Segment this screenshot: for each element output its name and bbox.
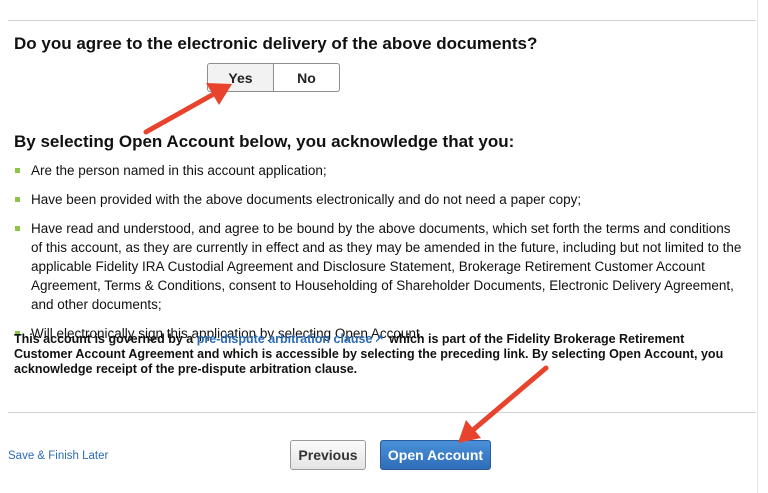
list-item-text: Have read and understood, and agree to b… [31, 221, 742, 312]
no-button[interactable]: No [274, 64, 339, 91]
top-divider [8, 20, 756, 21]
arbitration-clause-link[interactable]: pre-dispute arbitration clause [197, 332, 373, 346]
save-finish-later-link[interactable]: Save & Finish Later [8, 450, 108, 462]
list-item-text: Have been provided with the above docume… [31, 192, 582, 207]
right-border [757, 0, 758, 493]
arbitration-notice: This account is governed by a pre-disput… [14, 332, 744, 377]
electronic-delivery-question: Do you agree to the electronic delivery … [14, 34, 538, 53]
list-item: Are the person named in this account app… [14, 161, 744, 180]
bullet-icon [15, 226, 20, 231]
list-item: Have read and understood, and agree to b… [14, 219, 744, 314]
open-account-button[interactable]: Open Account [380, 440, 491, 470]
list-item-text: Are the person named in this account app… [31, 163, 327, 178]
yes-button[interactable]: Yes [208, 64, 274, 91]
bottom-divider [8, 412, 756, 413]
list-item: Have been provided with the above docume… [14, 190, 744, 209]
arrow-to-open-account-icon [458, 365, 549, 443]
previous-button[interactable]: Previous [290, 440, 366, 470]
arbitration-notice-prefix: This account is governed by a [14, 332, 197, 346]
electronic-delivery-toggle: Yes No [207, 63, 340, 92]
acknowledgement-title: By selecting Open Account below, you ack… [14, 132, 515, 151]
external-link-icon[interactable]: ↗︎ [374, 332, 383, 347]
bullet-icon [15, 197, 20, 202]
bullet-icon [15, 168, 20, 173]
acknowledgement-list: Are the person named in this account app… [14, 161, 744, 353]
